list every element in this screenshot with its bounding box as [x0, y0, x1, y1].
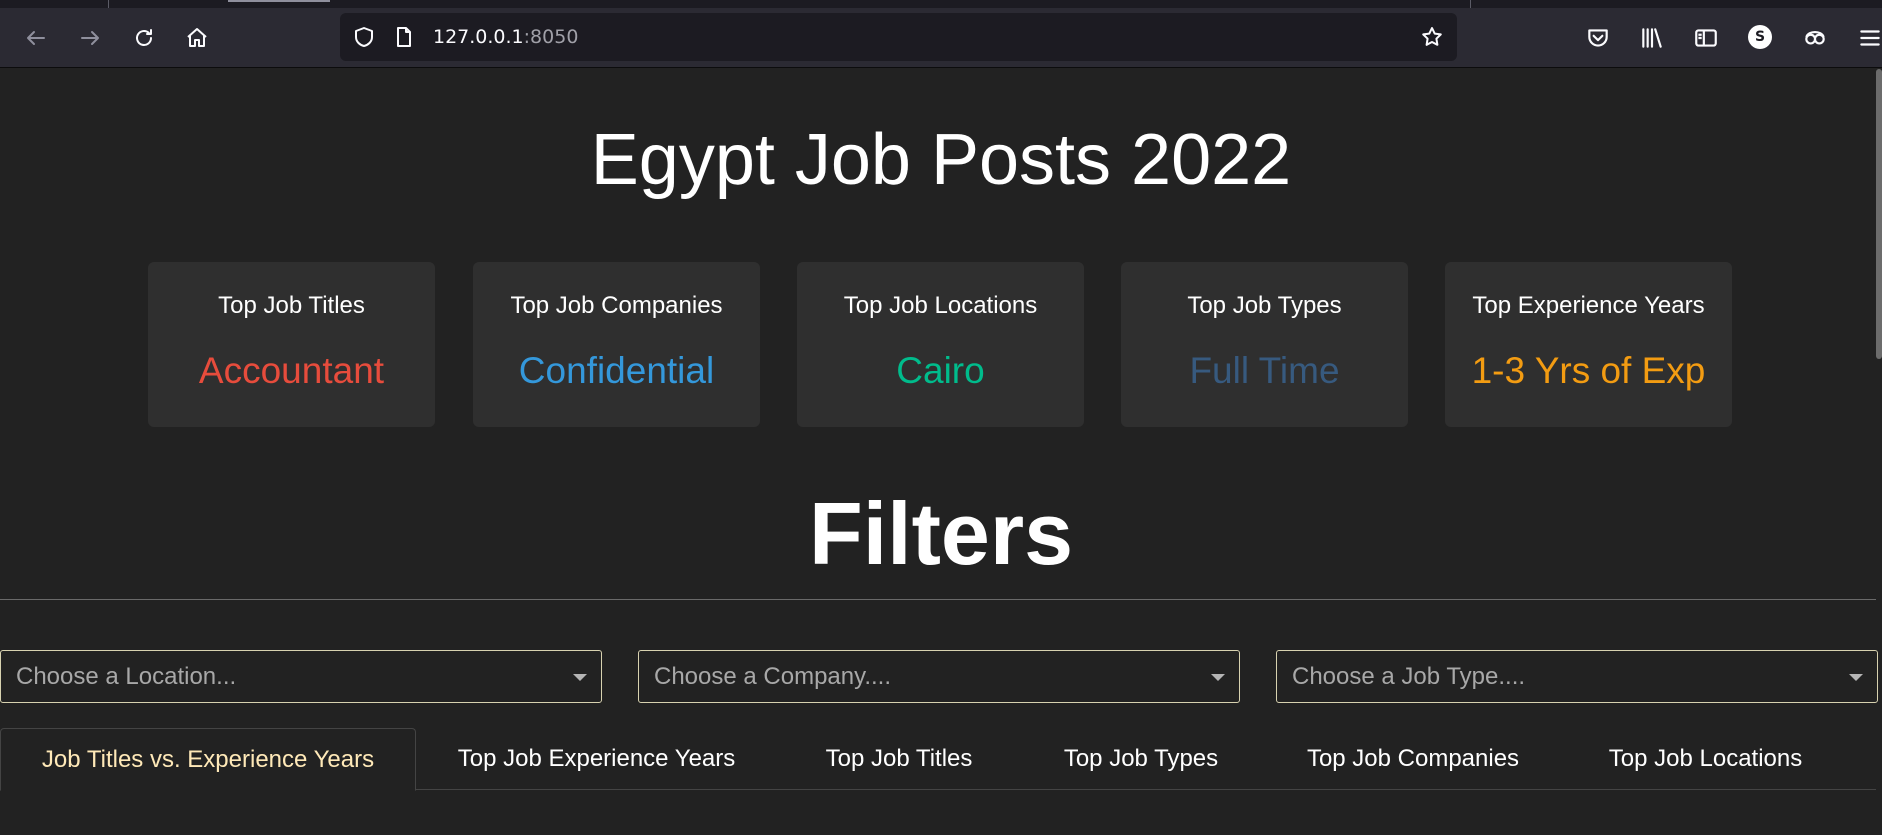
shield-icon — [355, 27, 373, 47]
card-label: Top Job Locations — [843, 292, 1038, 319]
tab-top-job-experience-years[interactable]: Top Job Experience Years — [440, 728, 753, 790]
card-label: Top Job Companies — [510, 292, 723, 319]
chevron-down-icon[interactable] — [1849, 674, 1863, 681]
home-icon — [187, 28, 207, 47]
page-icon — [397, 27, 411, 47]
forward-icon — [81, 31, 99, 45]
tracking-protection-button[interactable] — [352, 25, 376, 49]
card-value: Accountant — [198, 350, 385, 391]
filters-heading: Filters — [808, 484, 1074, 583]
home-button[interactable] — [179, 20, 215, 56]
card-top-job-types: Top Job Types Full Time — [1121, 262, 1408, 427]
sidebar-button[interactable] — [1690, 22, 1722, 54]
location-dropdown[interactable]: Choose a Location... — [0, 650, 602, 703]
url-text[interactable]: 127.0.0.1:8050 — [433, 26, 578, 48]
tab-top-job-types[interactable]: Top Job Types — [1045, 728, 1237, 790]
bookmark-star-icon — [1422, 27, 1442, 46]
company-placeholder: Choose a Company.... — [654, 663, 892, 690]
url-port: :8050 — [523, 26, 579, 48]
active-tab-indicator — [228, 0, 330, 2]
chevron-down-icon[interactable] — [573, 674, 587, 681]
page-scrollbar[interactable] — [1876, 69, 1882, 359]
tab-top-job-titles[interactable]: Top Job Titles — [803, 728, 995, 790]
chart-tabs: Job Titles vs. Experience Years Top Job … — [0, 728, 1876, 791]
card-value: Cairo — [896, 350, 985, 391]
reload-button[interactable] — [126, 20, 162, 56]
card-value: 1-3 Yrs of Exp — [1471, 350, 1706, 391]
location-placeholder: Choose a Location... — [16, 663, 237, 690]
forward-button[interactable] — [72, 20, 108, 56]
card-top-job-companies: Top Job Companies Confidential — [473, 262, 760, 427]
back-icon — [27, 31, 45, 45]
card-top-experience-years: Top Experience Years 1-3 Yrs of Exp — [1445, 262, 1732, 427]
tab-separator — [108, 0, 109, 8]
menu-button[interactable] — [1854, 22, 1882, 54]
extensions-button[interactable] — [1799, 22, 1831, 54]
card-label: Top Job Titles — [218, 292, 365, 319]
card-value: Full Time — [1189, 350, 1340, 391]
sidebar-icon — [1695, 29, 1717, 47]
reload-icon — [136, 29, 152, 46]
tab-separator — [1470, 0, 1471, 8]
tab-job-titles-vs-experience-years[interactable]: Job Titles vs. Experience Years — [0, 728, 416, 791]
site-info-button[interactable] — [392, 25, 416, 49]
page-title: Egypt Job Posts 2022 — [590, 120, 1292, 200]
library-icon — [1642, 28, 1662, 48]
card-label: Top Job Types — [1187, 292, 1342, 319]
job-type-placeholder: Choose a Job Type.... — [1292, 663, 1526, 690]
extensions-icon — [1805, 30, 1825, 45]
divider — [0, 599, 1876, 600]
url-bar[interactable]: 127.0.0.1:8050 — [340, 13, 1457, 61]
tab-strip — [0, 0, 1882, 8]
summary-cards: Top Job Titles Accountant Top Job Compan… — [148, 262, 1734, 427]
library-button[interactable] — [1636, 22, 1668, 54]
menu-icon — [1860, 30, 1880, 46]
pocket-icon — [1588, 29, 1608, 47]
company-dropdown[interactable]: Choose a Company.... — [638, 650, 1240, 703]
bookmark-button[interactable] — [1420, 25, 1444, 49]
tab-top-job-locations[interactable]: Top Job Locations — [1589, 728, 1822, 790]
url-host: 127.0.0.1 — [433, 26, 524, 48]
back-button[interactable] — [18, 20, 54, 56]
browser-toolbar: 127.0.0.1:8050 S — [0, 0, 1882, 68]
card-top-job-titles: Top Job Titles Accountant — [148, 262, 435, 427]
card-top-job-locations: Top Job Locations Cairo — [797, 262, 1084, 427]
account-icon[interactable]: S — [1748, 25, 1772, 49]
tab-top-job-companies[interactable]: Top Job Companies — [1287, 728, 1539, 790]
pocket-button[interactable] — [1582, 22, 1614, 54]
card-value: Confidential — [518, 350, 715, 391]
job-type-dropdown[interactable]: Choose a Job Type.... — [1276, 650, 1878, 703]
card-label: Top Experience Years — [1472, 292, 1705, 319]
dashboard-page: Egypt Job Posts 2022 Top Job Titles Acco… — [0, 69, 1882, 835]
chevron-down-icon[interactable] — [1211, 674, 1225, 681]
